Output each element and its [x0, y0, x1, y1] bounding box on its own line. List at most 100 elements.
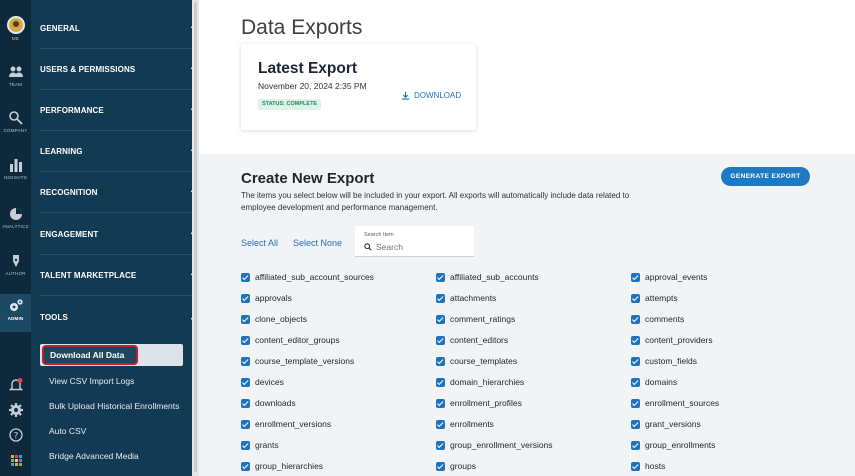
export-item-checkbox[interactable]: affiliated_sub_accounts: [436, 272, 539, 282]
export-item-checkbox[interactable]: enrollment_profiles: [436, 398, 522, 408]
nav-sub-item-view-csv-import-logs[interactable]: View CSV Import Logs: [49, 376, 134, 386]
latest-export-card: Latest Export November 20, 2024 2:35 PM …: [241, 44, 476, 130]
checkbox-checked-icon[interactable]: [241, 461, 250, 471]
nav-section-label: ENGAGEMENT: [40, 229, 99, 239]
checkbox-checked-icon[interactable]: [631, 461, 640, 471]
export-item-checkbox[interactable]: group_enrollment_versions: [436, 440, 553, 450]
checkbox-checked-icon[interactable]: [241, 377, 250, 387]
checkbox-checked-icon[interactable]: [436, 440, 445, 450]
rail-item-analytics[interactable]: ANALYTICS: [0, 206, 31, 236]
nav-sub-item-bridge-advanced-media[interactable]: Bridge Advanced Media: [49, 451, 139, 461]
rail-label: ANALYTICS: [2, 224, 29, 229]
checkbox-checked-icon[interactable]: [436, 398, 445, 408]
export-item-checkbox[interactable]: hosts: [631, 461, 665, 471]
rail-item-company[interactable]: COMPANY: [0, 110, 31, 140]
latest-export-panel: Data Exports Latest Export November 20, …: [199, 0, 855, 154]
export-item-checkbox[interactable]: grants: [241, 440, 279, 450]
checkbox-checked-icon[interactable]: [631, 440, 640, 450]
export-item-checkbox[interactable]: enrollment_versions: [241, 419, 331, 429]
checkbox-checked-icon[interactable]: [436, 314, 445, 324]
export-item-checkbox[interactable]: groups: [436, 461, 476, 471]
checkbox-checked-icon[interactable]: [241, 314, 250, 324]
rail-item-admin[interactable]: ADMIN: [0, 294, 31, 332]
search-input[interactable]: [376, 242, 466, 252]
checkbox-checked-icon[interactable]: [436, 356, 445, 366]
export-item-checkbox[interactable]: content_editors: [436, 335, 508, 345]
nav-section-recognition[interactable]: RECOGNITION: [40, 172, 215, 213]
checkbox-checked-icon[interactable]: [241, 419, 250, 429]
checkbox-checked-icon[interactable]: [631, 335, 640, 345]
checkbox-checked-icon[interactable]: [631, 356, 640, 366]
checkbox-checked-icon[interactable]: [631, 377, 640, 387]
export-item-label: group_hierarchies: [255, 461, 324, 471]
export-item-checkbox[interactable]: approval_events: [631, 272, 707, 282]
export-item-checkbox[interactable]: attachments: [436, 293, 496, 303]
checkbox-checked-icon[interactable]: [241, 335, 250, 345]
export-item-checkbox[interactable]: devices: [241, 377, 284, 387]
export-item-checkbox[interactable]: course_templates: [436, 356, 517, 366]
export-item-checkbox[interactable]: grant_versions: [631, 419, 701, 429]
export-item-checkbox[interactable]: clone_objects: [241, 314, 307, 324]
nav-section-talent-marketplace[interactable]: TALENT MARKETPLACE: [40, 255, 215, 296]
export-item-checkbox[interactable]: content_providers: [631, 335, 713, 345]
nav-section-users-permissions[interactable]: USERS & PERMISSIONS: [40, 49, 215, 90]
export-item-checkbox[interactable]: group_hierarchies: [241, 461, 323, 471]
export-item-checkbox[interactable]: course_template_versions: [241, 356, 354, 366]
export-item-checkbox[interactable]: downloads: [241, 398, 296, 408]
export-item-checkbox[interactable]: approvals: [241, 293, 292, 303]
checkbox-checked-icon[interactable]: [436, 272, 445, 282]
export-item-checkbox[interactable]: attempts: [631, 293, 678, 303]
checkbox-checked-icon[interactable]: [241, 398, 250, 408]
nav-sub-item-download-all-data[interactable]: Download All Data: [40, 344, 183, 366]
export-item-checkbox[interactable]: group_enrollments: [631, 440, 715, 450]
export-item-checkbox[interactable]: comments: [631, 314, 684, 324]
search-item-field[interactable]: Search Item: [355, 226, 474, 257]
page-title: Data Exports: [241, 16, 363, 39]
export-item-checkbox[interactable]: custom_fields: [631, 356, 697, 366]
nav-scrollbar[interactable]: [192, 0, 199, 476]
checkbox-checked-icon[interactable]: [241, 293, 250, 303]
checkbox-checked-icon[interactable]: [241, 440, 250, 450]
nav-section-general[interactable]: GENERAL: [40, 8, 215, 49]
nav-section-learning[interactable]: LEARNING: [40, 131, 215, 172]
rail-notification[interactable]: [0, 377, 31, 393]
rail-settings[interactable]: [0, 402, 31, 418]
help-icon: ?: [8, 428, 23, 442]
rail-item-insights[interactable]: INSIGHTS: [0, 157, 31, 187]
rail-help[interactable]: ?: [0, 427, 31, 443]
export-item-checkbox[interactable]: affiliated_sub_account_sources: [241, 272, 374, 282]
checkbox-checked-icon[interactable]: [436, 461, 445, 471]
export-item-checkbox[interactable]: domains: [631, 377, 677, 387]
rail-item-team[interactable]: TEAM: [0, 64, 31, 94]
checkbox-checked-icon[interactable]: [241, 272, 250, 282]
export-item-checkbox[interactable]: comment_ratings: [436, 314, 515, 324]
checkbox-checked-icon[interactable]: [436, 293, 445, 303]
nav-section-performance[interactable]: PERFORMANCE: [40, 90, 215, 131]
export-item-label: comment_ratings: [450, 314, 516, 324]
checkbox-checked-icon[interactable]: [631, 419, 640, 429]
checkbox-checked-icon[interactable]: [436, 377, 445, 387]
checkbox-checked-icon[interactable]: [631, 272, 640, 282]
checkbox-checked-icon[interactable]: [241, 356, 250, 366]
rail-item-me[interactable]: ME: [0, 16, 31, 46]
download-link[interactable]: DOWNLOAD: [401, 91, 461, 100]
generate-export-button[interactable]: GENERATE EXPORT: [721, 167, 810, 186]
nav-sub-item-auto-csv[interactable]: Auto CSV: [49, 426, 86, 436]
team-icon: [8, 66, 23, 77]
checkbox-checked-icon[interactable]: [631, 398, 640, 408]
nav-sub-item-bulk-upload[interactable]: Bulk Upload Historical Enrollments: [49, 401, 179, 411]
checkbox-checked-icon[interactable]: [436, 419, 445, 429]
select-all-link[interactable]: Select All: [241, 238, 278, 248]
select-none-link[interactable]: Select None: [293, 238, 342, 248]
export-item-checkbox[interactable]: domain_hierarchies: [436, 377, 524, 387]
export-item-checkbox[interactable]: enrollment_sources: [631, 398, 719, 408]
checkbox-checked-icon[interactable]: [631, 314, 640, 324]
nav-section-engagement[interactable]: ENGAGEMENT: [40, 214, 215, 255]
export-item-checkbox[interactable]: enrollments: [436, 419, 494, 429]
rail-apps[interactable]: [0, 452, 31, 468]
checkbox-checked-icon[interactable]: [436, 335, 445, 345]
export-item-checkbox[interactable]: content_editor_groups: [241, 335, 340, 345]
checkbox-checked-icon[interactable]: [631, 293, 640, 303]
rail-item-author[interactable]: AUTHOR: [0, 253, 31, 283]
nav-section-tools[interactable]: TOOLS: [40, 297, 215, 338]
